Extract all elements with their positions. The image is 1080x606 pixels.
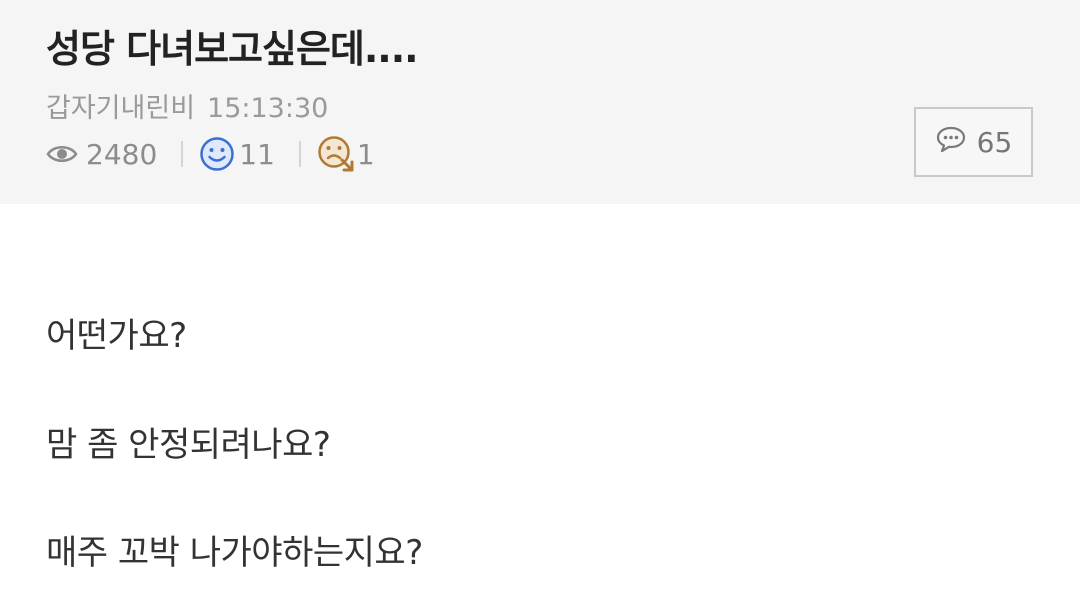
post-time: 15:13:30 — [207, 93, 329, 124]
post-paragraph: 매주 꼬박 나가야하는지요? — [46, 533, 423, 573]
comment-count-button[interactable]: 65 — [914, 107, 1033, 177]
post-title: 성당 다녀보고싶은데.... — [46, 27, 419, 71]
eye-icon — [46, 143, 78, 165]
author-name[interactable]: 갑자기내린비 — [46, 93, 195, 124]
view-count: 2480 — [86, 137, 158, 171]
smile-face-icon[interactable] — [199, 136, 235, 172]
post-stats: 2480 11 1 — [46, 134, 375, 174]
like-count: 11 — [239, 137, 275, 171]
dislike-count: 1 — [356, 137, 375, 171]
divider — [181, 141, 184, 167]
post-paragraph: 맘 좀 안정되려나요? — [46, 425, 331, 465]
speech-bubble-icon — [935, 125, 967, 160]
post-meta: 갑자기내린비 15:13:30 — [46, 86, 328, 125]
comment-count: 65 — [976, 125, 1013, 159]
frown-face-icon[interactable] — [317, 135, 355, 173]
divider — [298, 141, 301, 167]
post-paragraph: 어떤가요? — [46, 316, 187, 356]
post-header: 성당 다녀보고싶은데.... 갑자기내린비 15:13:30 2480 11 1… — [0, 0, 1080, 204]
